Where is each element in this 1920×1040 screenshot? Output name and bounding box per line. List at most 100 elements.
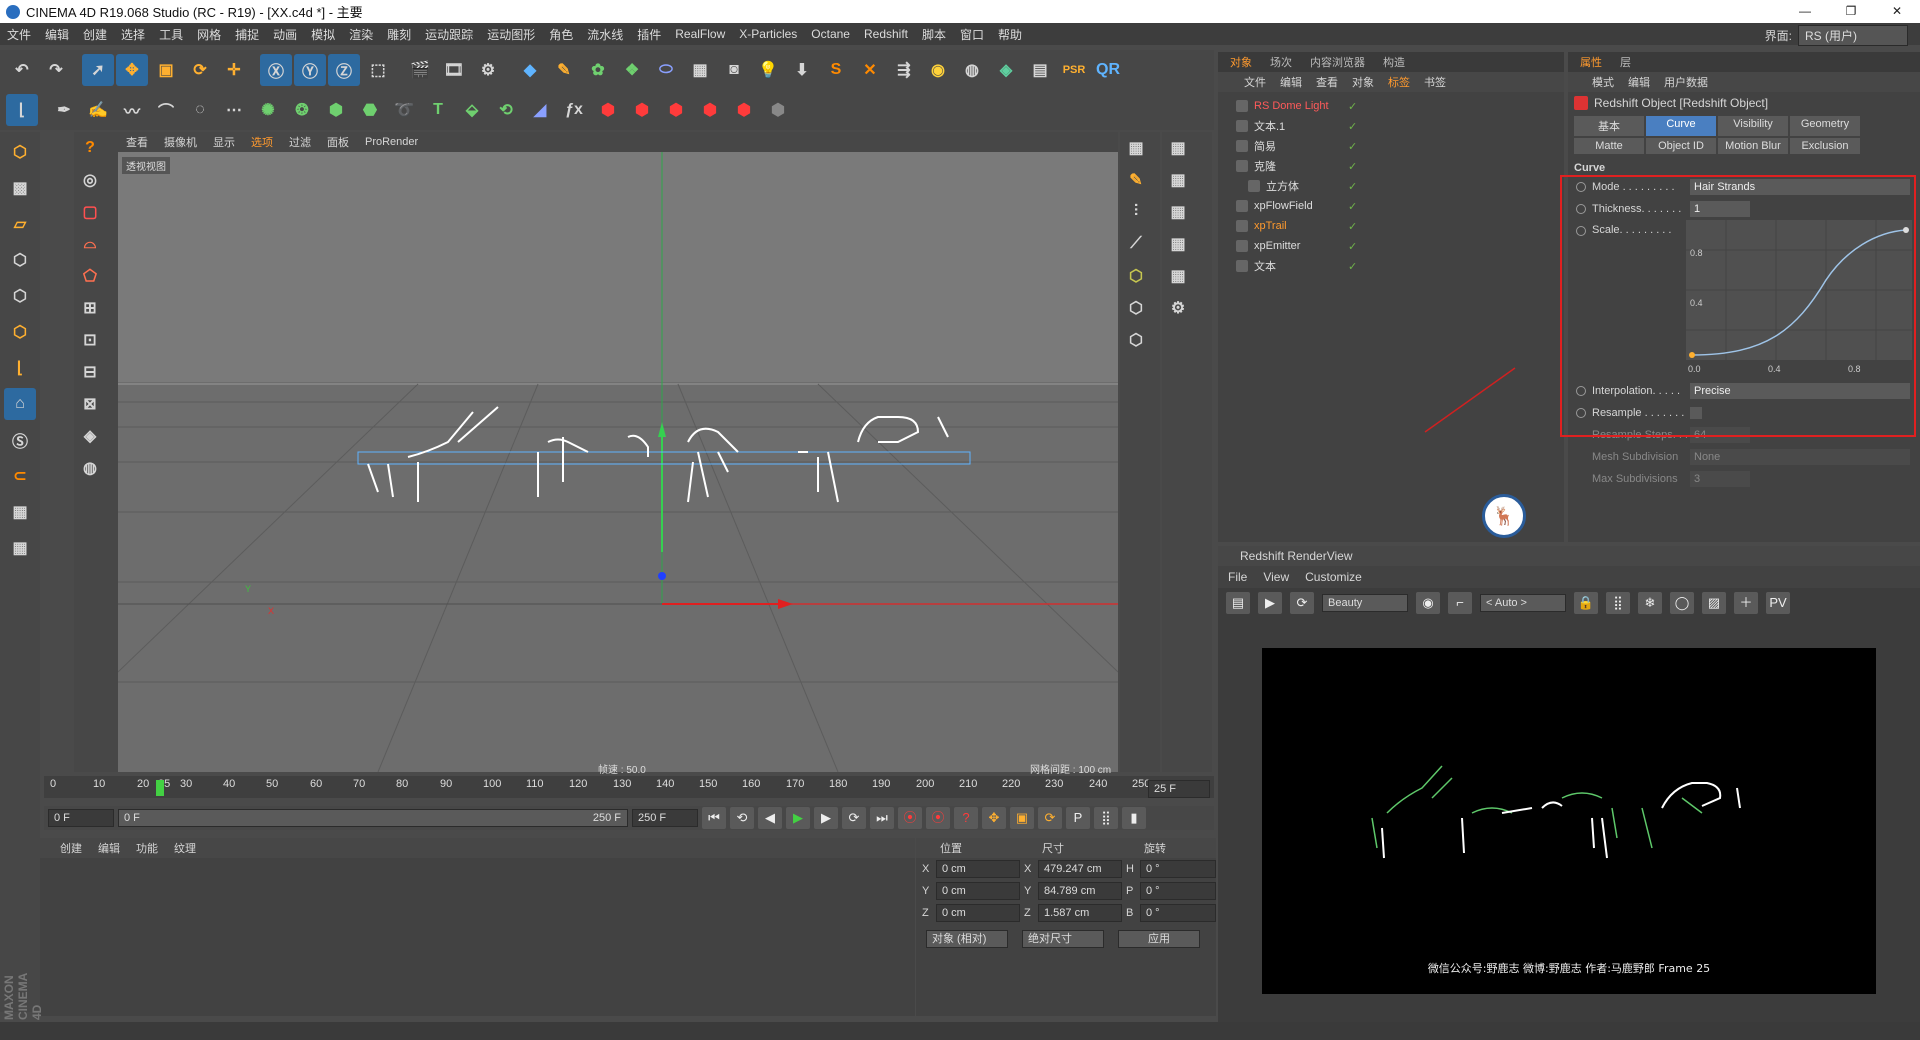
menu-item[interactable]: 角色 (542, 26, 580, 43)
object-row[interactable]: 克隆 ✓ (1218, 156, 1564, 176)
rv-snowflake-icon[interactable]: ❄ (1638, 592, 1662, 614)
knife-icon[interactable]: ⊞ (74, 292, 106, 324)
key-rotate-icon[interactable]: ⟳ (1038, 807, 1062, 829)
object-visibility-icon[interactable]: ✓ (1348, 260, 1357, 273)
close-button[interactable]: ✕ (1874, 0, 1920, 23)
tool-b-icon[interactable]: ✎ (1120, 164, 1152, 196)
tool-c-icon[interactable]: ⫶ (1120, 196, 1152, 228)
tool-g-icon[interactable]: ⬡ (1120, 324, 1152, 356)
trace-icon[interactable]: ➰ (388, 94, 420, 126)
redshift-proxy-icon[interactable]: ⬢ (762, 94, 794, 126)
viewport-menu-item[interactable]: 摄像机 (156, 134, 205, 150)
aov-dropdown[interactable]: Beauty (1322, 594, 1408, 612)
coordinate-system-icon[interactable]: ⬚ (362, 54, 394, 86)
menu-item[interactable]: 文件 (0, 26, 38, 43)
x-axis-icon[interactable]: Ⓧ (260, 54, 292, 86)
current-frame-field[interactable]: 25 F (1148, 780, 1210, 798)
undo-icon[interactable]: ↶ (6, 54, 38, 86)
psr-icon[interactable]: PSR (1058, 54, 1090, 86)
iron-icon[interactable]: ◈ (74, 420, 106, 452)
spline-sketch-icon[interactable]: ✍ (82, 94, 114, 126)
scale-tool-icon[interactable]: ▣ (150, 54, 182, 86)
points-mode-icon[interactable]: ⬡ (4, 244, 36, 276)
grid-snap-icon[interactable]: ▦ (4, 496, 36, 528)
renderview-menu-item[interactable]: File (1228, 570, 1247, 584)
end-frame-field[interactable]: 250 F (632, 809, 698, 827)
extrude-tool-icon[interactable]: ⊠ (74, 388, 106, 420)
spline-smooth-icon[interactable]: 〰 (116, 94, 148, 126)
menu-item[interactable]: 渲染 (342, 26, 380, 43)
attr-menu-item[interactable]: 编辑 (1628, 74, 1650, 90)
picture-viewer-icon[interactable]: ▤ (1024, 54, 1056, 86)
y-axis-icon[interactable]: Ⓨ (294, 54, 326, 86)
object-name[interactable]: 立方体 (1266, 178, 1299, 194)
wedge-icon[interactable]: ◢ (524, 94, 556, 126)
deformer-icon[interactable]: ⬭ (650, 54, 682, 86)
prev-key-icon[interactable]: ⟲ (730, 807, 754, 829)
cloner-icon[interactable]: ❖ (616, 54, 648, 86)
object-visibility-icon[interactable]: ✓ (1348, 100, 1357, 113)
tweak-icon[interactable]: ⌂ (4, 388, 36, 420)
object-panel-tab[interactable]: 场次 (1262, 53, 1300, 71)
max-subdivisions-field[interactable]: 3 (1690, 471, 1750, 487)
object-visibility-icon[interactable]: ✓ (1348, 120, 1357, 133)
attr-menu-item[interactable]: 用户数据 (1664, 74, 1708, 90)
attr-subtab[interactable]: Curve (1646, 116, 1716, 136)
renderview-menu-item[interactable]: View (1263, 570, 1289, 584)
attr-subtab[interactable]: Geometry (1790, 116, 1860, 136)
menu-item[interactable]: X-Particles (732, 27, 804, 41)
attr-panel-tab[interactable]: 属性 (1572, 53, 1610, 71)
rv-image-icon[interactable]: ▨ (1702, 592, 1726, 614)
object-name[interactable]: 简易 (1254, 138, 1276, 154)
box-select-icon[interactable]: ▢ (74, 196, 106, 228)
size-mode-dropdown[interactable]: 绝对尺寸 (1022, 930, 1104, 948)
mesh-subdivision-dropdown[interactable]: None (1690, 449, 1910, 465)
axis-mode-icon[interactable]: ⌊ (4, 352, 36, 384)
coord-position-field[interactable]: 0 cm (936, 904, 1020, 922)
object-row[interactable]: 简易 ✓ (1218, 136, 1564, 156)
object-name[interactable]: xpFlowField (1254, 200, 1313, 212)
object-name[interactable]: xpEmitter (1254, 240, 1300, 252)
tool-a-icon[interactable]: ▦ (1120, 132, 1152, 164)
coord-size-field[interactable]: 1.587 cm (1038, 904, 1122, 922)
material-menu-item[interactable]: 功能 (136, 840, 158, 856)
object-row[interactable]: 立方体 ✓ (1218, 176, 1564, 196)
object-row[interactable]: xpFlowField ✓ (1218, 196, 1564, 216)
renderview-menu-item[interactable]: Customize (1305, 570, 1362, 584)
tool-i-icon[interactable]: ▦ (1162, 164, 1194, 196)
minimize-button[interactable]: — (1782, 0, 1828, 23)
attr-menu-item[interactable]: 模式 (1592, 74, 1614, 90)
render-settings-icon[interactable]: ⚙ (472, 54, 504, 86)
menu-item[interactable]: 运动跟踪 (418, 26, 480, 43)
object-panel-tab[interactable]: 内容浏览器 (1302, 53, 1373, 71)
spline-arc-icon[interactable]: ⌒ (150, 94, 182, 126)
object-visibility-icon[interactable]: ✓ (1348, 140, 1357, 153)
lasso-icon[interactable]: ⌓ (74, 228, 106, 260)
object-visibility-icon[interactable]: ✓ (1348, 240, 1357, 253)
attr-subtab[interactable]: Exclusion (1790, 138, 1860, 154)
redshift-light-icon[interactable]: ⬢ (592, 94, 624, 126)
grid-spline-icon[interactable]: ⋯ (218, 94, 250, 126)
object-row[interactable]: xpEmitter ✓ (1218, 236, 1564, 256)
menu-item[interactable]: 窗口 (953, 26, 991, 43)
object-row[interactable]: 文本 ✓ (1218, 256, 1564, 276)
menu-item[interactable]: 编辑 (38, 26, 76, 43)
workplane-snap-icon[interactable]: ▦ (4, 532, 36, 564)
coord-position-field[interactable]: 0 cm (936, 860, 1020, 878)
coord-mode-dropdown[interactable]: 对象 (相对) (926, 930, 1008, 948)
menu-item[interactable]: 工具 (152, 26, 190, 43)
light-icon[interactable]: 💡 (752, 54, 784, 86)
xparticles-icon[interactable]: ✕ (854, 54, 886, 86)
goto-start-icon[interactable]: ⏮ (702, 807, 726, 829)
interface-dropdown[interactable]: RS (用户) (1798, 25, 1908, 46)
viewport-menu-item[interactable]: 过滤 (281, 134, 319, 150)
polygons-mode-icon[interactable]: ⬡ (4, 316, 36, 348)
rv-clapper-icon[interactable]: ▤ (1226, 592, 1250, 614)
next-key-icon[interactable]: ⟳ (842, 807, 866, 829)
object-row[interactable]: xpTrail ✓ (1218, 216, 1564, 236)
record-icon[interactable]: ⦿ (898, 807, 922, 829)
rv-start-render-icon[interactable]: ▶ (1258, 592, 1282, 614)
object-row[interactable]: 文本.1 ✓ (1218, 116, 1564, 136)
workplane-icon[interactable]: ▱ (4, 208, 36, 240)
z-axis-icon[interactable]: Ⓩ (328, 54, 360, 86)
